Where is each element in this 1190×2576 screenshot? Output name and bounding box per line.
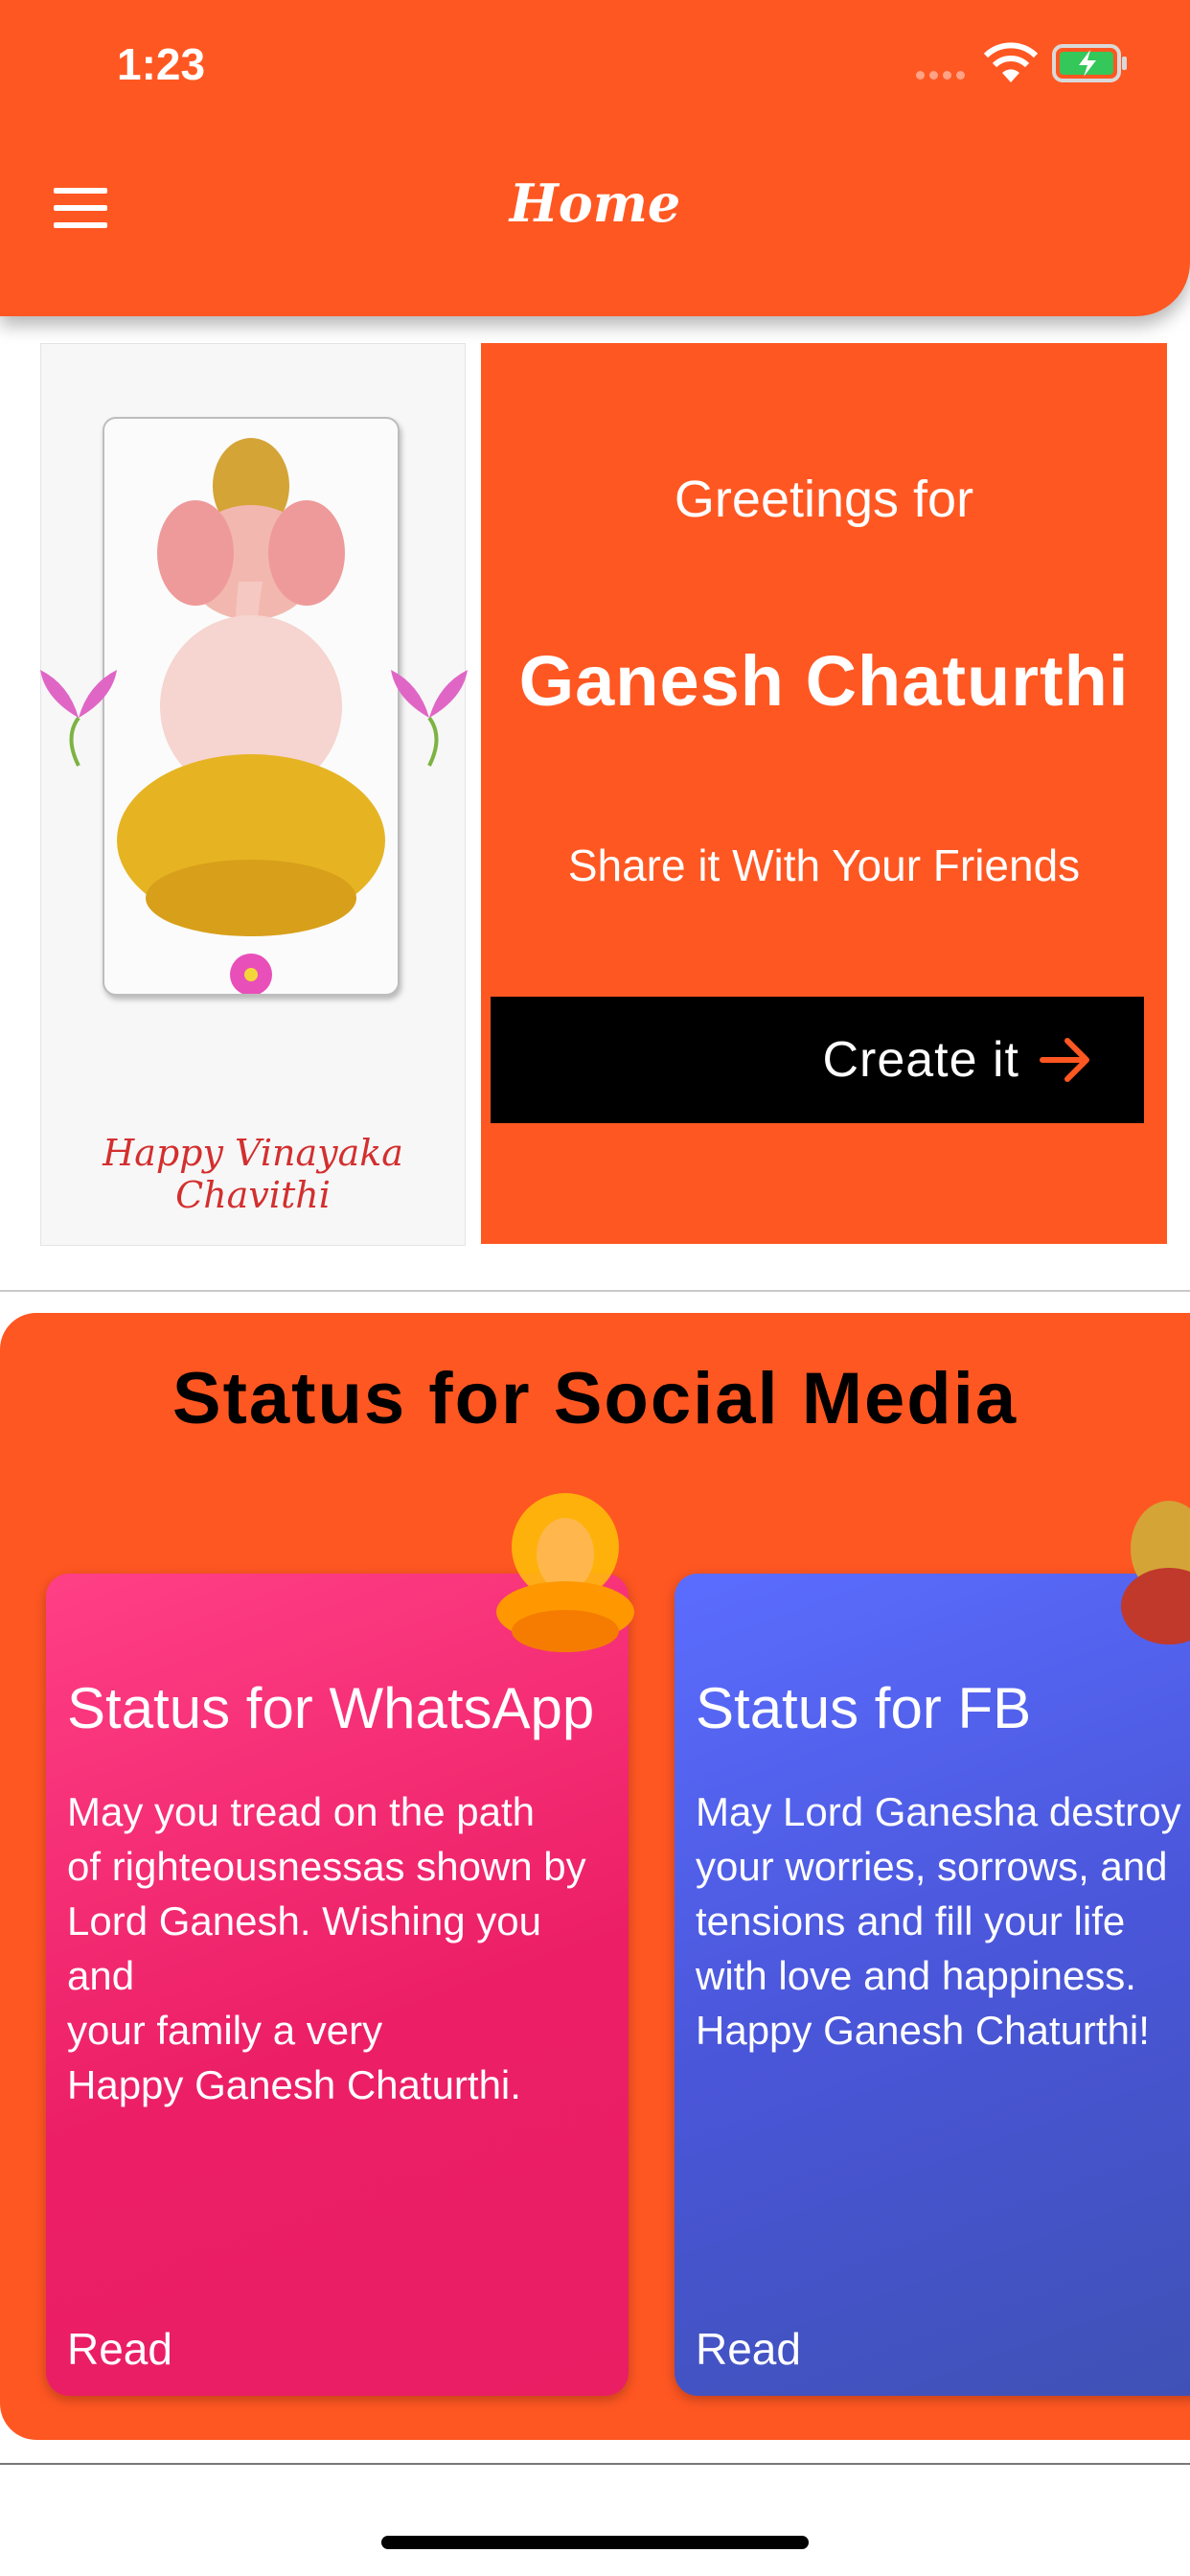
create-it-label: Create it xyxy=(822,1032,1019,1088)
app-header: 1:23 Home xyxy=(0,0,1190,316)
section-divider xyxy=(0,1290,1190,1292)
fb-status-card[interactable]: Status for FB May Lord Ganesha destroy y… xyxy=(675,1574,1190,2396)
greeting-line-3: Share it With Your Friends xyxy=(567,840,1081,890)
arrow-right-icon xyxy=(1040,1038,1089,1082)
ganesha-illustration-icon xyxy=(117,438,385,996)
page-title: Home xyxy=(509,172,681,234)
ganesha-frame xyxy=(103,417,400,996)
social-status-section: Status for Social Media Status for Whats… xyxy=(0,1313,1190,2440)
ganesha-badge-icon xyxy=(496,1493,634,1652)
lotus-right-icon xyxy=(391,670,468,767)
read-link[interactable]: Read xyxy=(696,2323,801,2375)
social-section-title: Status for Social Media xyxy=(172,1358,1018,1439)
bottom-divider xyxy=(0,2463,1190,2465)
ganesha-badge-icon-partial xyxy=(1121,1501,1190,1644)
card-title: Status for WhatsApp xyxy=(67,1676,595,1740)
lotus-left-icon xyxy=(40,670,117,767)
card-body: May Lord Ganesha destroy your worries, s… xyxy=(696,1789,1181,2053)
card-body: May you tread on the path of righteousne… xyxy=(67,1789,586,2107)
cellular-signal-icon xyxy=(916,65,970,83)
ganesha-greeting-image: Happy Vinayaka Chavithi xyxy=(40,343,468,1246)
greeting-image-caption: Happy Vinayaka Chavithi xyxy=(103,1132,403,1216)
create-it-button[interactable]: Create it xyxy=(491,997,1144,1123)
home-indicator[interactable] xyxy=(381,2536,809,2549)
wifi-icon xyxy=(983,42,1039,82)
read-link[interactable]: Read xyxy=(67,2323,172,2375)
card-title: Status for FB xyxy=(696,1676,1032,1740)
greeting-panel: Greetings for Ganesh Chaturthi Share it … xyxy=(481,343,1167,1244)
battery-charging-icon xyxy=(1052,44,1127,82)
greeting-line-2: Ganesh Chaturthi xyxy=(518,641,1130,721)
whatsapp-status-card[interactable]: Status for WhatsApp May you tread on the… xyxy=(46,1574,629,2396)
status-time: 1:23 xyxy=(117,39,206,89)
greeting-line-1: Greetings for xyxy=(674,471,974,528)
greeting-card: Happy Vinayaka Chavithi Greetings for Ga… xyxy=(23,343,1167,1246)
